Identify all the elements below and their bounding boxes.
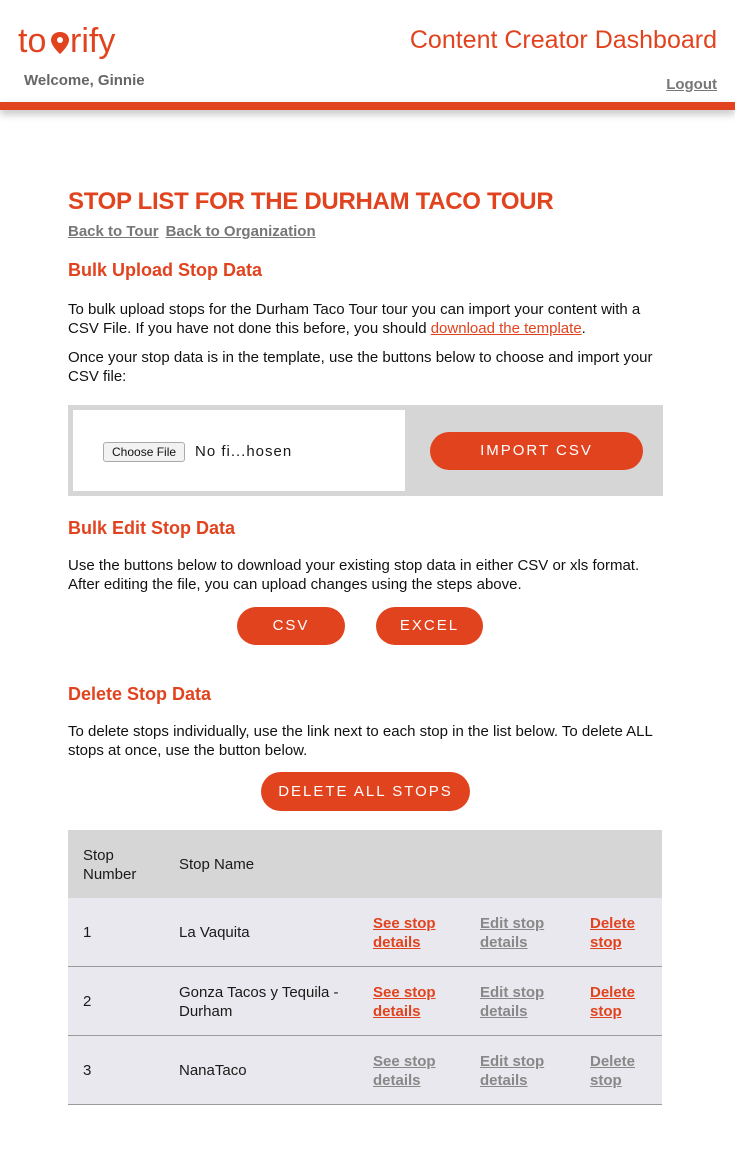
stop-name: La Vaquita: [179, 924, 250, 941]
header-stop-name: Stop Name: [179, 856, 255, 873]
see-stop-details-link[interactable]: See stop details: [373, 914, 436, 952]
tourify-logo[interactable]: to rify: [18, 18, 128, 66]
bulk-upload-instructions: To bulk upload stops for the Durham Taco…: [68, 300, 663, 338]
download-template-link[interactable]: download the template: [431, 320, 582, 337]
header-divider: [0, 102, 735, 110]
stops-table: Stop Number Stop Name 1 La Vaquita See s…: [68, 830, 662, 1105]
bulk-edit-title: Bulk Edit Stop Data: [68, 518, 236, 538]
welcome-text: Welcome, Ginnie: [24, 72, 145, 89]
delete-instructions: To delete stops individually, use the li…: [68, 723, 653, 759]
back-to-organization-link[interactable]: Back to Organization: [166, 223, 316, 240]
bulk-upload-text-end: .: [581, 320, 586, 337]
stop-name: Gonza Tacos y Tequila - Durham: [179, 984, 339, 1020]
bulk-edit-instructions: Use the buttons below to download your e…: [68, 557, 640, 593]
table-row: 3 NanaTaco See stop details Edit stop de…: [68, 1036, 662, 1105]
stop-name: NanaTaco: [179, 1062, 247, 1079]
header: to rify Welcome, Ginnie Content Creator …: [0, 0, 735, 110]
svg-text:rify: rify: [70, 22, 115, 60]
page-title: STOP LIST FOR THE DURHAM TACO TOUR: [68, 188, 554, 215]
back-to-tour-link[interactable]: Back to Tour: [68, 223, 159, 240]
logout-link[interactable]: Logout: [666, 76, 717, 93]
bulk-upload-instructions-2: Once your stop data is in the template, …: [68, 349, 653, 385]
table-row: 1 La Vaquita See stop details Edit stop …: [68, 898, 662, 967]
delete-stop-link[interactable]: Delete stop: [590, 983, 635, 1021]
csv-upload-panel: Choose File No fi...hosen IMPORT CSV: [68, 405, 663, 496]
stop-number: 1: [83, 924, 92, 941]
table-row: 2 Gonza Tacos y Tequila - Durham See sto…: [68, 967, 662, 1036]
svg-text:to: to: [18, 22, 46, 60]
file-status: No fi...hosen: [195, 443, 293, 460]
breadcrumb: Back to Tour Back to Organization: [68, 220, 663, 244]
header-stop-number: Stop Number: [83, 847, 137, 883]
file-chooser-panel: Choose File No fi...hosen: [73, 410, 405, 491]
table-header: Stop Number Stop Name: [68, 830, 662, 898]
import-csv-button[interactable]: IMPORT CSV: [430, 432, 643, 470]
edit-stop-details-link[interactable]: Edit stop details: [480, 983, 544, 1021]
see-stop-details-link[interactable]: See stop details: [373, 1052, 436, 1090]
edit-stop-details-link[interactable]: Edit stop details: [480, 914, 544, 952]
edit-stop-details-link[interactable]: Edit stop details: [480, 1052, 544, 1090]
delete-title: Delete Stop Data: [68, 684, 212, 704]
delete-all-stops-button[interactable]: DELETE ALL STOPS: [261, 772, 470, 811]
stop-number: 2: [83, 993, 92, 1010]
dashboard-title: Content Creator Dashboard: [409, 26, 717, 54]
see-stop-details-link[interactable]: See stop details: [373, 983, 436, 1021]
bulk-upload-title: Bulk Upload Stop Data: [68, 260, 263, 280]
main-content: STOP LIST FOR THE DURHAM TACO TOUR Back …: [68, 186, 663, 1105]
choose-file-button[interactable]: Choose File: [103, 442, 186, 462]
csv-download-button[interactable]: CSV: [237, 607, 345, 645]
delete-stop-link[interactable]: Delete stop: [590, 1052, 635, 1090]
excel-download-button[interactable]: EXCEL: [376, 607, 483, 645]
stop-number: 3: [83, 1062, 92, 1079]
delete-stop-link[interactable]: Delete stop: [590, 914, 635, 952]
